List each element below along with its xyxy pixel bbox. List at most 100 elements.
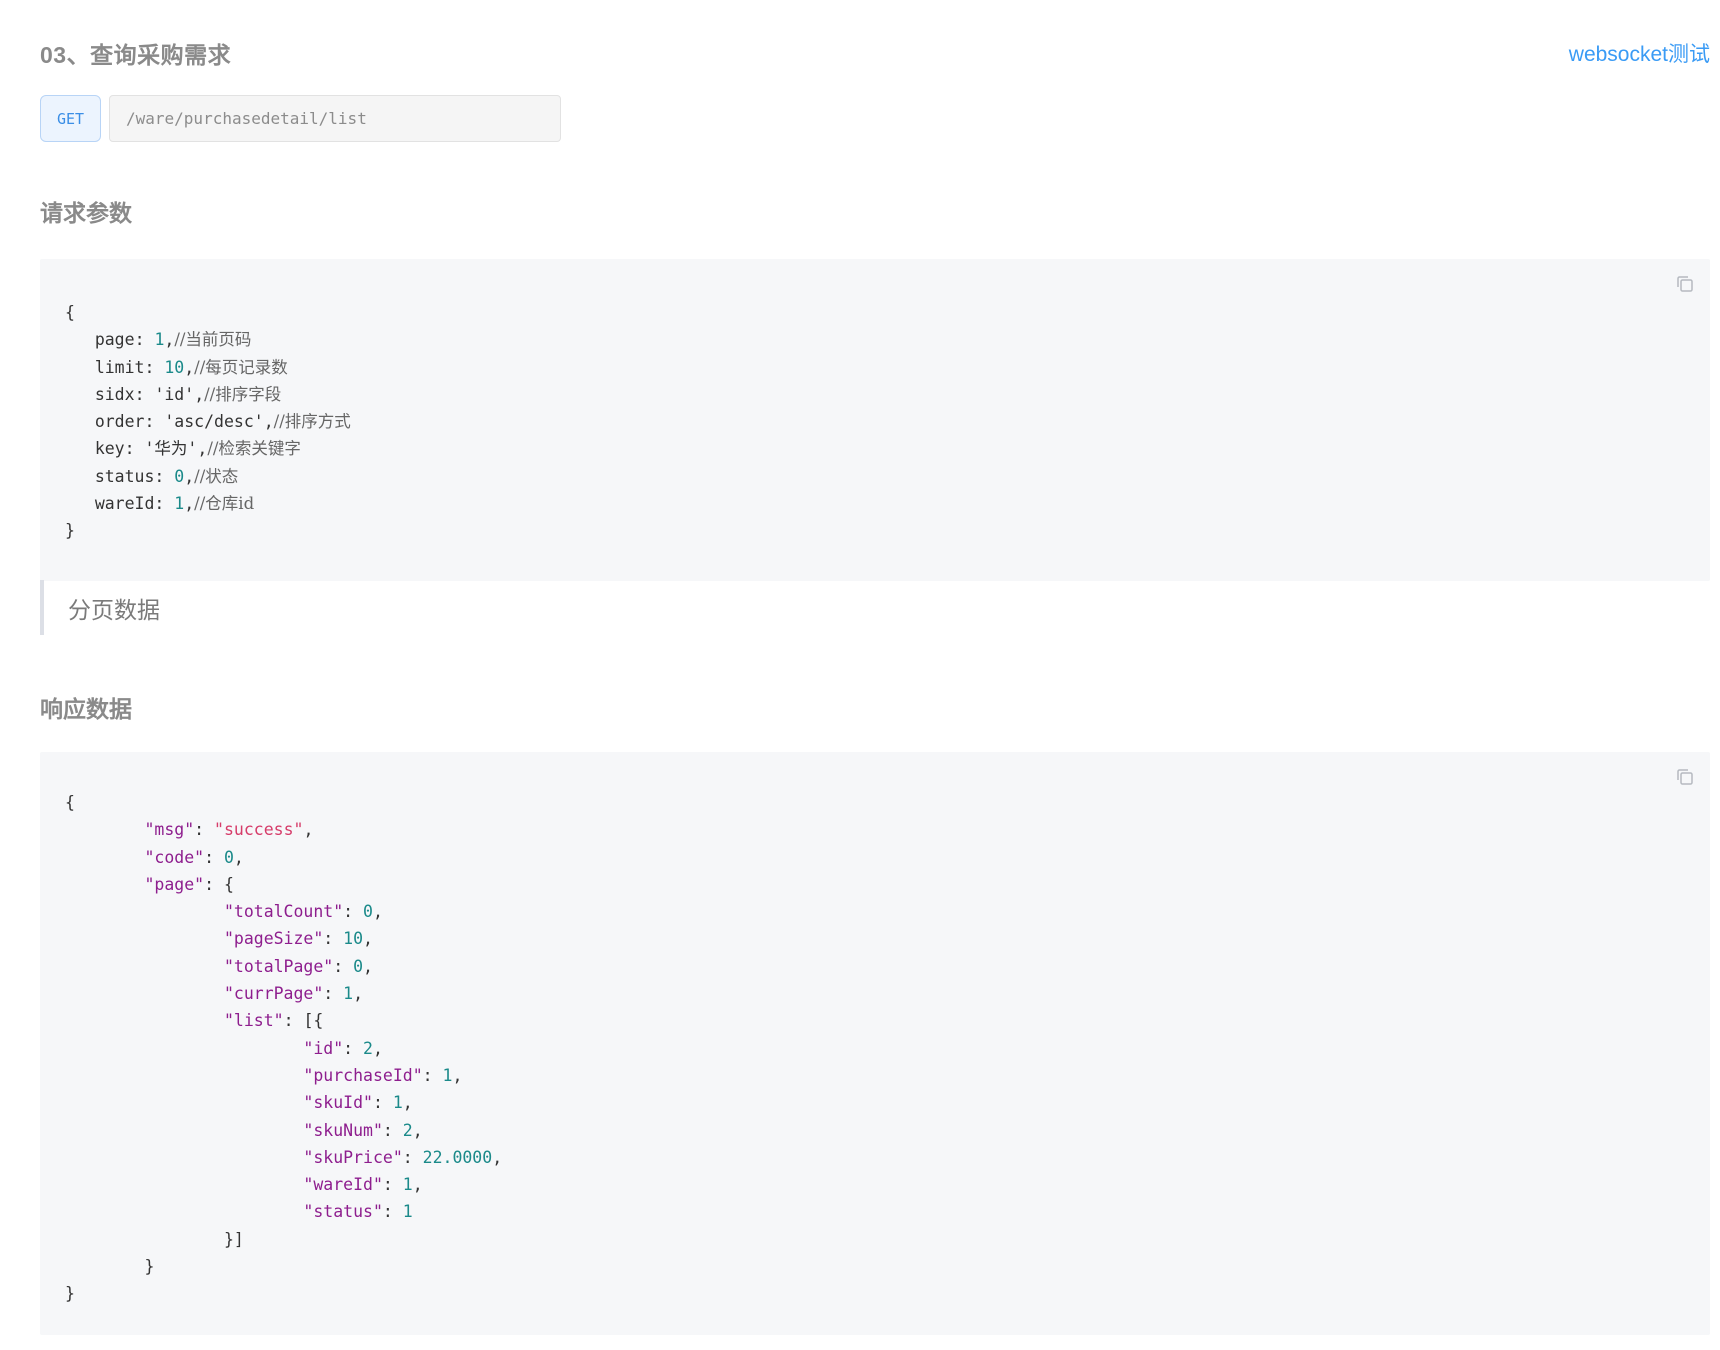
param-comment: //排序字段 <box>204 384 282 404</box>
json-value: 0 <box>363 902 373 922</box>
code-line: "skuNum": 2, <box>303 1120 423 1140</box>
code-line: "skuId": 1, <box>303 1093 413 1113</box>
json-value: 1 <box>402 1202 413 1222</box>
json-value: 22.0000 <box>422 1147 493 1167</box>
json-key: "totalCount" <box>223 902 344 922</box>
code-line: "page": { <box>144 874 234 894</box>
code-line: "totalPage": 0, <box>223 956 373 976</box>
json-value: 2 <box>402 1120 413 1140</box>
copy-icon <box>1677 276 1693 292</box>
http-method-badge: GET <box>40 95 101 142</box>
request-params-code-block: { page: 1,//当前页码 limit: 10,//每页记录数 sidx:… <box>40 259 1710 581</box>
param-comment: //检索关键字 <box>207 439 301 459</box>
endpoint-url-field[interactable]: /ware/purchasedetail/list <box>109 95 561 142</box>
json-key: "totalPage" <box>223 956 334 976</box>
json-key: "pageSize" <box>223 929 324 949</box>
json-key: "page" <box>144 874 205 894</box>
param-comment: //状态 <box>194 466 239 486</box>
websocket-test-link[interactable]: websocket测试 <box>1569 38 1710 68</box>
param-value: 1 <box>174 494 185 514</box>
code-line: { <box>65 793 75 812</box>
code-line: "skuPrice": 22.0000, <box>303 1147 503 1167</box>
api-header: 03、查询采购需求 websocket测试 GET /ware/purchase… <box>40 0 1710 142</box>
code-line: "purchaseId": 1, <box>303 1065 463 1085</box>
code-line: key: '华为',//检索关键字 <box>94 439 301 459</box>
code-line: } <box>65 521 75 540</box>
param-comment: //当前页码 <box>174 330 252 350</box>
request-params-heading: 请求参数 <box>40 200 132 226</box>
code-punct: { <box>65 793 75 812</box>
response-data-heading: 响应数据 <box>40 696 132 722</box>
json-value: 0 <box>223 847 234 867</box>
param-comment: //每页记录数 <box>194 357 288 377</box>
code-line: } <box>65 1284 75 1303</box>
json-key: "status" <box>303 1202 383 1222</box>
copy-icon <box>1677 769 1693 785</box>
code-line: "msg": "success", <box>144 820 314 840</box>
json-key: "id" <box>303 1038 344 1058</box>
code-line: "code": 0, <box>144 847 244 867</box>
json-value: "success" <box>214 820 304 840</box>
code-line: "id": 2, <box>303 1038 383 1058</box>
json-key: "skuPrice" <box>303 1147 403 1167</box>
json-value: 2 <box>363 1038 373 1058</box>
json-key: "purchaseId" <box>303 1065 423 1085</box>
code-punct: } <box>65 1284 75 1304</box>
json-value: 1 <box>442 1065 453 1085</box>
param-key: wareId <box>94 494 155 514</box>
param-comment: //排序方式 <box>273 412 351 432</box>
code-line: sidx: 'id',//排序字段 <box>94 384 282 404</box>
code-line: "list": [{ <box>223 1011 324 1031</box>
code-line: order: 'asc/desc',//排序方式 <box>94 412 351 432</box>
json-key: "skuId" <box>303 1093 373 1113</box>
code-punct: } <box>144 1257 155 1277</box>
param-key: limit <box>94 357 145 377</box>
response-data-code: { "msg": "success", "code": 0, "page": {… <box>65 789 1710 1308</box>
copy-params-button[interactable] <box>1674 273 1696 295</box>
json-key: "msg" <box>144 820 195 840</box>
param-key: sidx <box>94 384 135 404</box>
code-line: } <box>65 1257 154 1276</box>
json-key: "code" <box>144 847 205 867</box>
json-key: "skuNum" <box>303 1120 383 1140</box>
json-key: "wareId" <box>303 1175 383 1195</box>
code-line: status: 0,//状态 <box>94 466 239 486</box>
json-value: 1 <box>392 1093 403 1113</box>
code-punct: } <box>65 521 75 541</box>
code-line: "pageSize": 10, <box>223 929 373 949</box>
param-value: 10 <box>164 357 185 377</box>
code-punct: }] <box>223 1229 244 1249</box>
param-key: page <box>94 330 135 350</box>
code-line: "totalCount": 0, <box>223 902 383 922</box>
param-value: 'asc/desc' <box>164 412 264 432</box>
param-value: '华为' <box>144 439 198 459</box>
api-doc-page: 03、查询采购需求 websocket测试 GET /ware/purchase… <box>40 0 1710 1335</box>
json-value: 10 <box>343 929 364 949</box>
request-params-code: { page: 1,//当前页码 limit: 10,//每页记录数 sidx:… <box>65 299 1710 545</box>
param-value: 'id' <box>154 384 195 404</box>
code-line: "wareId": 1, <box>303 1175 423 1195</box>
code-line: limit: 10,//每页记录数 <box>94 357 288 377</box>
param-key: status <box>94 466 155 486</box>
json-key: "currPage" <box>223 984 324 1004</box>
code-line: page: 1,//当前页码 <box>94 330 252 350</box>
pagination-note: 分页数据 <box>40 580 160 635</box>
json-value: { <box>223 874 234 894</box>
json-key: "list" <box>223 1011 284 1031</box>
response-data-code-block: { "msg": "success", "code": 0, "page": {… <box>40 752 1710 1335</box>
page-title: 03、查询采购需求 <box>40 42 232 68</box>
param-comment: //仓库id <box>194 494 255 514</box>
param-value: 1 <box>154 330 165 350</box>
code-line: }] <box>65 1230 244 1249</box>
pagination-note-text: 分页数据 <box>68 596 160 623</box>
param-key: key <box>94 439 125 459</box>
copy-response-button[interactable] <box>1674 766 1696 788</box>
code-line: "status": 1 <box>303 1202 413 1222</box>
code-line: wareId: 1,//仓库id <box>94 494 255 514</box>
param-key: order <box>94 412 145 432</box>
code-punct: { <box>65 303 75 322</box>
request-line: GET /ware/purchasedetail/list <box>40 95 561 142</box>
code-line: "currPage": 1, <box>223 984 364 1004</box>
code-line: { <box>65 303 75 322</box>
json-value: 1 <box>343 984 354 1004</box>
